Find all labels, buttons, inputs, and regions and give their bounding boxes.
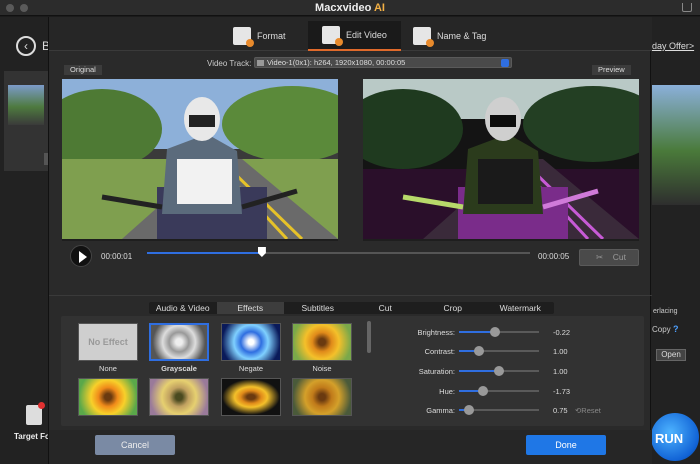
seek-slider[interactable] [147, 247, 530, 257]
edit-sub-tabs: Audio & Video Effects Subtitles Cut Crop… [149, 302, 554, 314]
tab-cut[interactable]: Cut [352, 302, 420, 314]
cut-button[interactable]: ✂ Cut [579, 249, 639, 266]
format-icon [233, 27, 254, 47]
effect-negate[interactable]: Negate [221, 323, 281, 373]
effect-noise[interactable]: Noise [292, 323, 352, 373]
deinterlacing-label: erlacing [653, 308, 678, 315]
current-time: 00:00:01 [101, 252, 133, 261]
slider-knob[interactable] [478, 386, 488, 396]
done-button[interactable]: Done [526, 435, 606, 455]
original-label: Original [64, 65, 102, 75]
effects-panel: No Effect None Grayscale Negate Noise Br… [61, 316, 644, 426]
effect-grayscale[interactable]: Grayscale [149, 323, 209, 373]
open-button[interactable]: Open [656, 349, 686, 361]
cancel-button[interactable]: Cancel [95, 435, 175, 455]
edit-video-icon [322, 26, 343, 46]
background-video-thumbnail[interactable] [4, 71, 48, 171]
reset-button[interactable]: ⟲Reset [575, 406, 601, 415]
tab-subtitles[interactable]: Subtitles [284, 302, 352, 314]
effects-scrollbar[interactable] [367, 321, 371, 353]
top-tabs: Format Edit Video Name & Tag [49, 17, 652, 51]
gamma-slider[interactable]: Gamma: 0.75 [381, 404, 581, 416]
cart-icon[interactable] [682, 3, 692, 12]
seek-handle[interactable] [257, 247, 266, 257]
holiday-offer-link[interactable]: iday Offer> [650, 41, 694, 51]
background-preview [652, 85, 700, 205]
slider-knob[interactable] [494, 366, 504, 376]
effect-6[interactable] [149, 378, 209, 416]
tab-name-tag[interactable]: Name & Tag [399, 21, 500, 51]
help-icon[interactable]: ? [673, 324, 679, 334]
back-arrow-icon[interactable]: ‹ [16, 36, 36, 56]
tab-edit-video[interactable]: Edit Video [308, 21, 401, 51]
brightness-slider[interactable]: Brightness: -0.22 [381, 326, 581, 338]
hue-slider[interactable]: Hue: -1.73 [381, 385, 581, 397]
copy-label: Copy [652, 325, 671, 334]
slider-knob[interactable] [474, 346, 484, 356]
film-icon [257, 60, 264, 66]
target-folder-icon[interactable] [26, 402, 45, 425]
tab-effects[interactable]: Effects [216, 302, 284, 314]
saturation-slider[interactable]: Saturation: 1.00 [381, 365, 581, 377]
effect-5[interactable] [78, 378, 138, 416]
tab-format[interactable]: Format [219, 21, 300, 51]
select-arrow-icon [501, 59, 509, 67]
effect-none[interactable]: No Effect None [78, 323, 138, 373]
title-bar: Macxvideo AI [0, 0, 700, 16]
slider-knob[interactable] [490, 327, 500, 337]
video-track-label: Video Track: [207, 59, 252, 68]
target-folder-label: Target Fo [14, 432, 50, 441]
video-track-select[interactable]: Video-1(0x1): h264, 1920x1080, 00:00:05 [254, 57, 512, 68]
end-time: 00:00:05 [538, 252, 570, 261]
tab-crop[interactable]: Crop [419, 302, 487, 314]
slider-knob[interactable] [463, 405, 474, 415]
preview-video [363, 79, 639, 239]
effect-7[interactable] [221, 378, 281, 416]
edit-dialog: Format Edit Video Name & Tag Video Track… [48, 17, 652, 464]
preview-label: Preview [592, 65, 631, 75]
tab-watermark[interactable]: Watermark [487, 302, 555, 314]
play-button[interactable] [70, 245, 92, 267]
name-tag-icon [413, 27, 434, 47]
tab-audio-video[interactable]: Audio & Video [149, 302, 217, 314]
app-title: Macxvideo AI [315, 2, 385, 14]
run-button[interactable]: RUN [648, 410, 700, 464]
effect-8[interactable] [292, 378, 352, 416]
original-video [62, 79, 338, 239]
seek-progress [147, 252, 262, 254]
scissors-icon: ✂ [596, 252, 604, 262]
contrast-slider[interactable]: Contrast: 1.00 [381, 345, 581, 357]
